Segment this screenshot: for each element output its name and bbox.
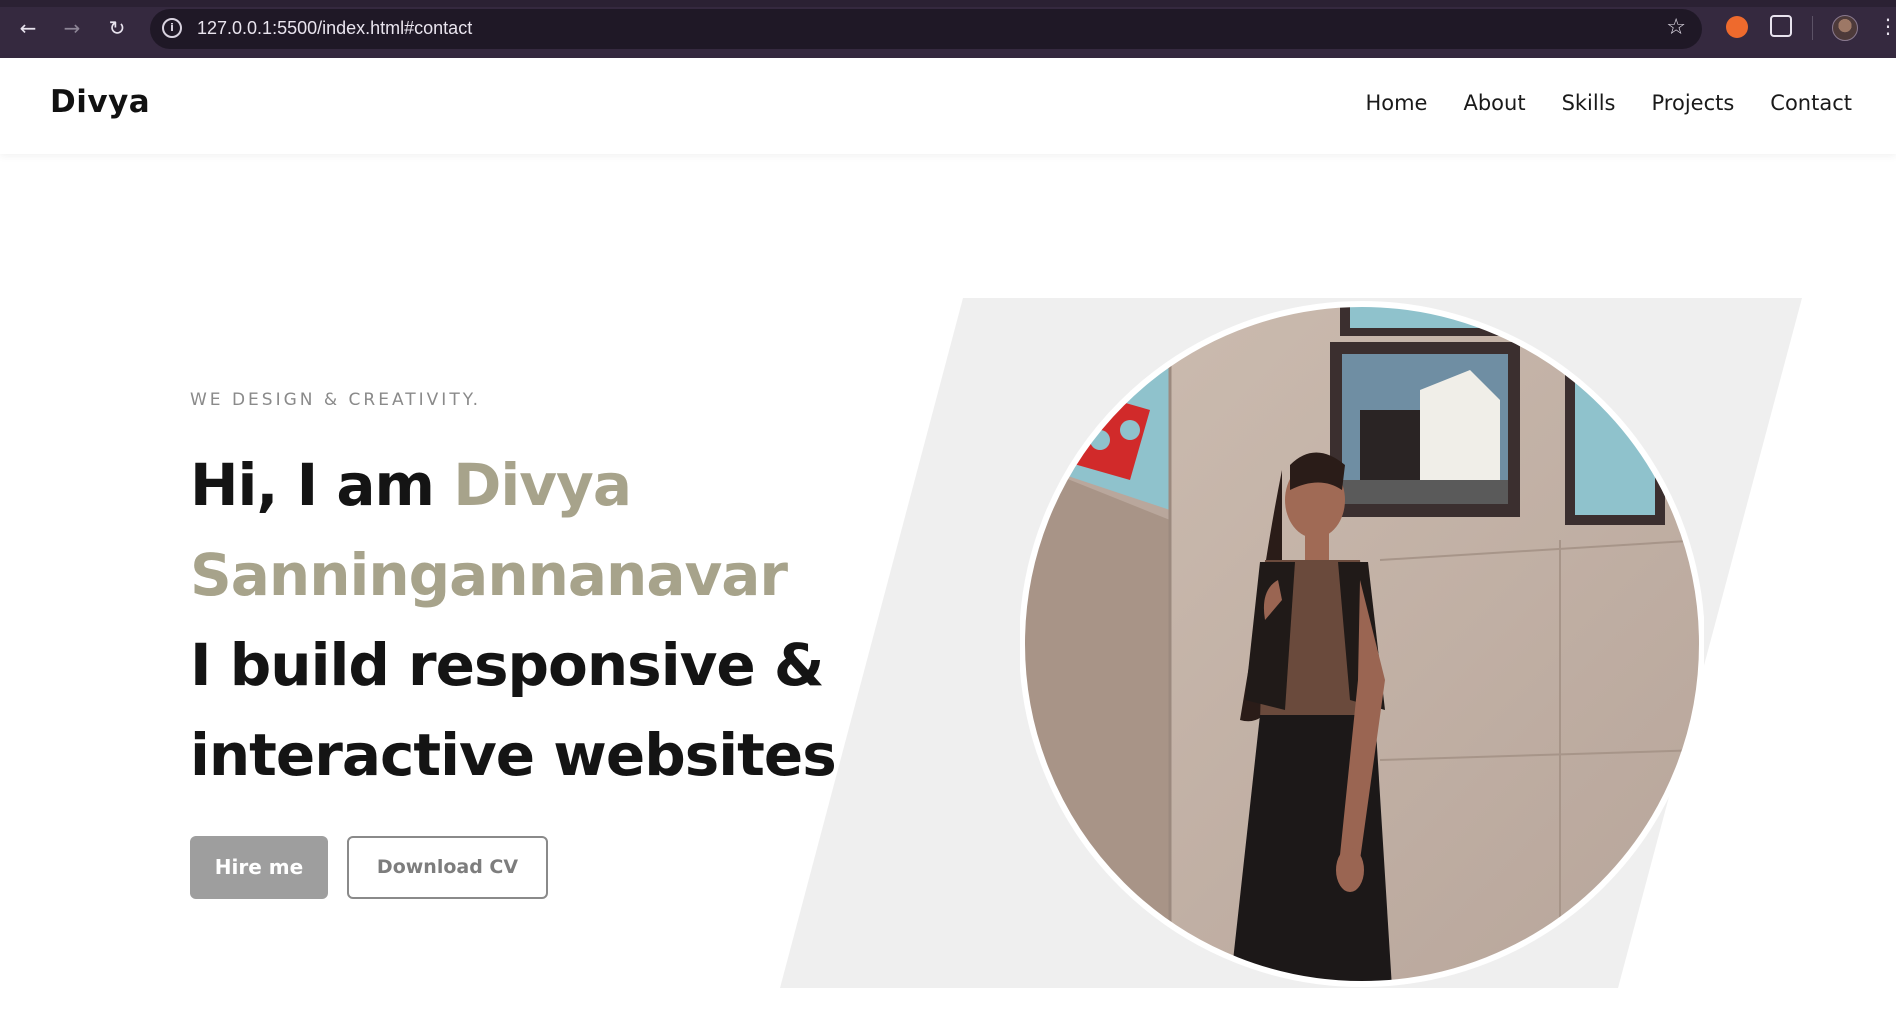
profile-avatar[interactable] xyxy=(1832,15,1858,41)
nav-about[interactable]: About xyxy=(1463,91,1525,115)
hire-me-button[interactable]: Hire me xyxy=(190,836,328,899)
browser-toolbar: ← → ↻ i 127.0.0.1:5500/index.html#contac… xyxy=(0,0,1896,58)
hero-name-first: Divya xyxy=(453,451,632,519)
nav-home[interactable]: Home xyxy=(1365,91,1427,115)
tab-strip xyxy=(0,0,1896,7)
hero-kicker: WE DESIGN & CREATIVITY. xyxy=(190,390,482,410)
nav-projects[interactable]: Projects xyxy=(1652,91,1735,115)
extension-icon[interactable] xyxy=(1726,16,1748,38)
more-menu-icon[interactable]: ⋮ xyxy=(1878,14,1896,38)
back-arrow-icon[interactable]: ← xyxy=(14,14,42,42)
hero-line-2: interactive websites xyxy=(190,721,837,789)
url-text[interactable]: 127.0.0.1:5500/index.html#contact xyxy=(197,18,472,39)
toolbar-divider xyxy=(1812,16,1813,40)
download-cv-button[interactable]: Download CV xyxy=(347,836,548,899)
site-logo[interactable]: Divya xyxy=(50,84,150,120)
hero-headline: Hi, I am Divya Sanningannanavar I build … xyxy=(190,440,850,800)
bookmark-star-icon[interactable]: ☆ xyxy=(1666,15,1686,40)
address-bar[interactable]: i 127.0.0.1:5500/index.html#contact ☆ xyxy=(150,9,1702,49)
site-header: Divya Home About Skills Projects Contact xyxy=(0,58,1896,154)
hero-greeting: Hi, I am xyxy=(190,451,454,519)
puzzle-extensions-icon[interactable] xyxy=(1770,15,1792,37)
reload-icon[interactable]: ↻ xyxy=(103,14,131,42)
nav-skills[interactable]: Skills xyxy=(1562,91,1616,115)
hero-line-1: I build responsive & xyxy=(190,631,824,699)
forward-arrow-icon[interactable]: → xyxy=(58,14,86,42)
main-nav: Home About Skills Projects Contact xyxy=(1365,91,1852,115)
nav-contact[interactable]: Contact xyxy=(1770,91,1852,115)
site-info-icon[interactable]: i xyxy=(162,18,182,38)
hero-name-last: Sanningannanavar xyxy=(190,541,788,609)
profile-photo xyxy=(1020,301,1704,987)
